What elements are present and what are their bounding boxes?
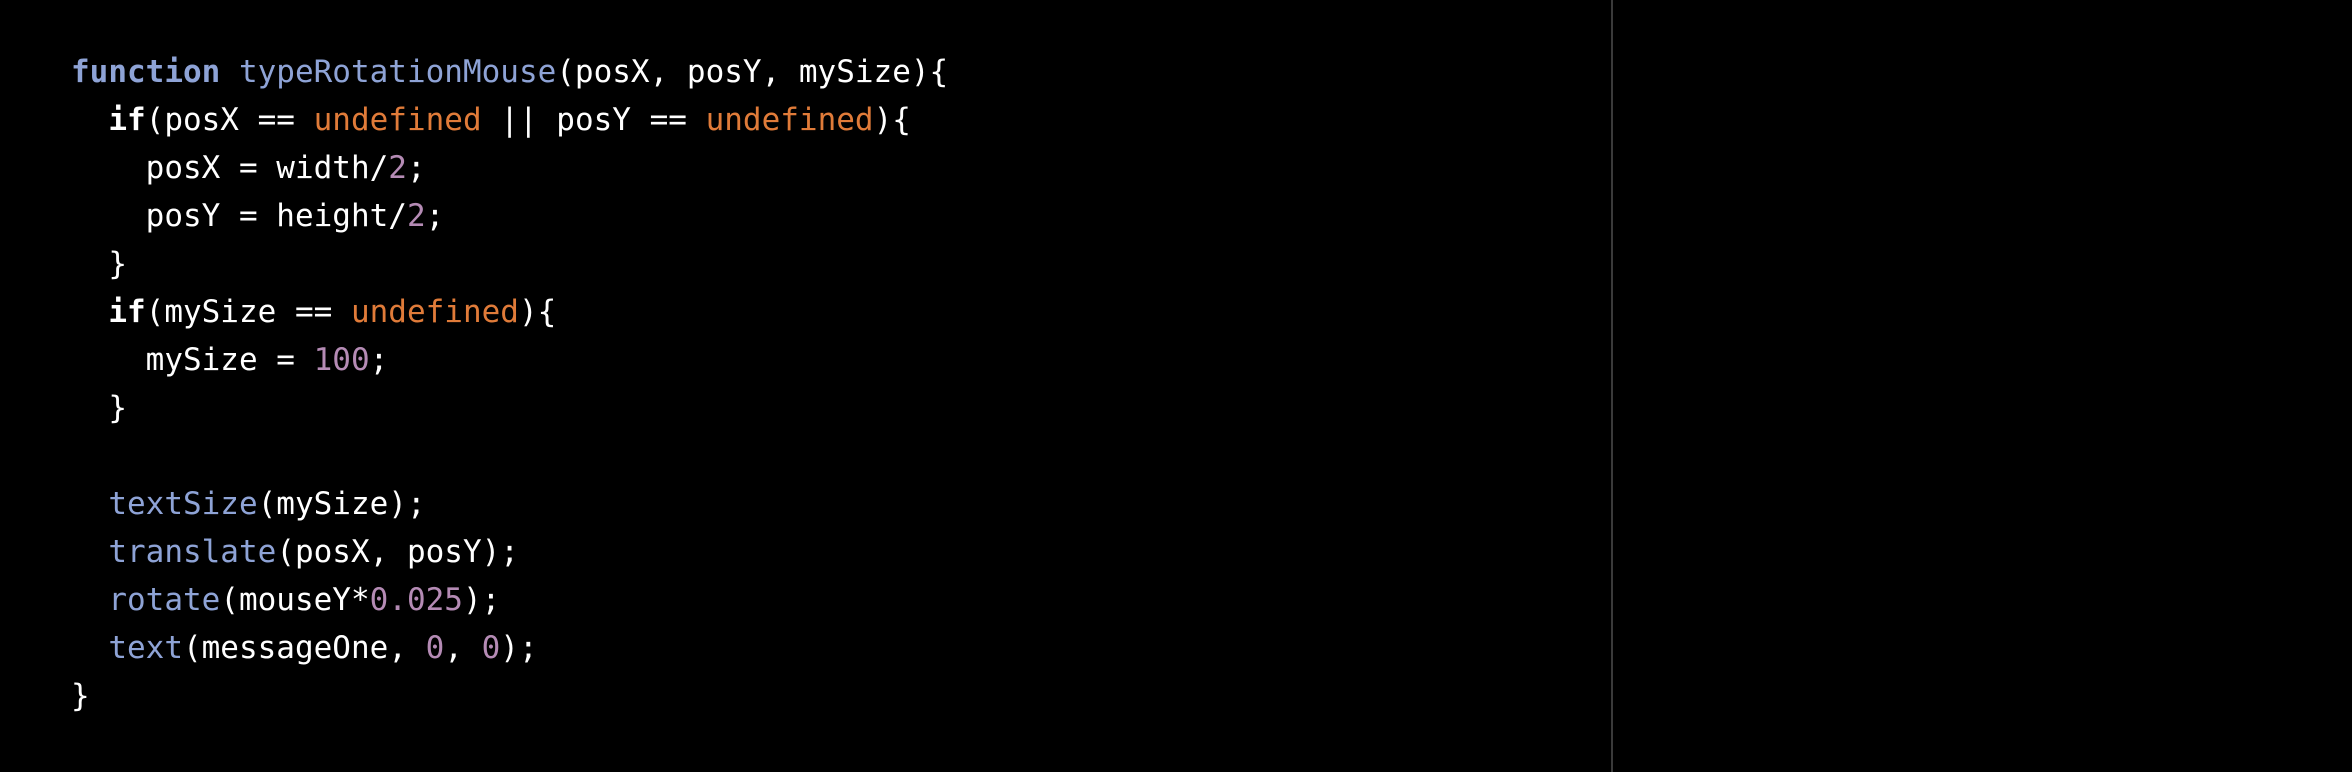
code-text-token: (mySize); bbox=[257, 486, 426, 522]
code-text-token: ; bbox=[406, 150, 426, 186]
code-text-token: (posX == bbox=[145, 102, 314, 138]
code-line: rotate(mouseY*0.025); bbox=[71, 576, 948, 624]
code-text-token: (mouseY* bbox=[220, 582, 370, 618]
number-literal-token: 100 bbox=[313, 342, 370, 378]
code-line: text(messageOne, 0, 0); bbox=[71, 624, 948, 672]
code-block[interactable]: function typeRotationMouse(posX, posY, m… bbox=[71, 48, 948, 720]
code-text-token: ; bbox=[369, 342, 389, 378]
number-literal-token: 0 bbox=[481, 630, 501, 666]
code-text-token: } bbox=[71, 678, 90, 714]
code-text-token: (posX, posY, mySize){ bbox=[556, 54, 949, 90]
code-line: function typeRotationMouse(posX, posY, m… bbox=[71, 48, 948, 96]
function-name-token: textSize bbox=[108, 486, 258, 522]
function-name-token: rotate bbox=[108, 582, 221, 618]
code-text-token: } bbox=[71, 390, 127, 426]
code-line: posY = height/2; bbox=[71, 192, 948, 240]
undefined-literal-token: undefined bbox=[705, 102, 874, 138]
code-text-token: ); bbox=[462, 582, 501, 618]
code-text-token: mySize = bbox=[71, 342, 314, 378]
screen: function typeRotationMouse(posX, posY, m… bbox=[0, 0, 2352, 772]
code-line: textSize(mySize); bbox=[71, 480, 948, 528]
keyword-token: function bbox=[71, 54, 221, 90]
code-text-token: ){ bbox=[873, 102, 911, 138]
undefined-literal-token: undefined bbox=[350, 294, 519, 330]
function-name-token: typeRotationMouse bbox=[238, 54, 557, 90]
code-text-token: posY = height/ bbox=[71, 198, 407, 234]
keyword-token: if bbox=[108, 294, 146, 330]
code-text-token: (posX, posY); bbox=[276, 534, 519, 570]
code-line: } bbox=[71, 384, 948, 432]
preview-canvas[interactable] bbox=[1613, 0, 2352, 772]
keyword-token: if bbox=[108, 102, 146, 138]
code-line: translate(posX, posY); bbox=[71, 528, 948, 576]
code-line: posX = width/2; bbox=[71, 144, 948, 192]
undefined-literal-token: undefined bbox=[313, 102, 482, 138]
function-name-token: text bbox=[108, 630, 183, 666]
code-text-token: || posY == bbox=[481, 102, 706, 138]
code-line: if(posX == undefined || posY == undefine… bbox=[71, 96, 948, 144]
code-text-token: ){ bbox=[518, 294, 557, 330]
code-text-token: , bbox=[444, 630, 482, 666]
number-literal-token: 0.025 bbox=[369, 582, 463, 618]
code-line: if(mySize == undefined){ bbox=[71, 288, 948, 336]
number-literal-token: 2 bbox=[406, 198, 426, 234]
number-literal-token: 2 bbox=[388, 150, 407, 186]
code-line: } bbox=[71, 240, 948, 288]
code-text-token: posX = width/ bbox=[71, 150, 389, 186]
code-text-token: } bbox=[71, 246, 127, 282]
code-editor[interactable]: function typeRotationMouse(posX, posY, m… bbox=[0, 0, 1611, 772]
code-line: mySize = 100; bbox=[71, 336, 948, 384]
code-text-token: (mySize == bbox=[145, 294, 351, 330]
function-name-token: translate bbox=[108, 534, 277, 570]
code-text-token: ); bbox=[500, 630, 538, 666]
code-text-token: (messageOne, bbox=[182, 630, 426, 666]
code-line: } bbox=[71, 672, 948, 720]
number-literal-token: 0 bbox=[425, 630, 445, 666]
code-text-token: ; bbox=[425, 198, 445, 234]
